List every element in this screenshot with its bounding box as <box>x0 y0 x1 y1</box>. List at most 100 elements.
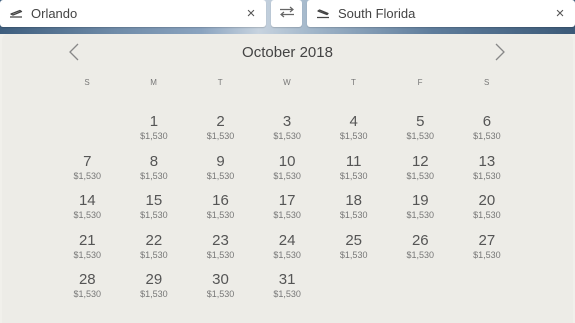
calendar-day[interactable]: 11 $1,530 <box>320 153 387 191</box>
day-price: $1,530 <box>339 249 368 260</box>
chevron-right-icon <box>495 43 505 66</box>
calendar-day[interactable]: 13 $1,530 <box>454 153 521 191</box>
day-number: 7 <box>83 152 92 170</box>
day-number: 23 <box>212 231 229 249</box>
calendar-day[interactable]: 28 $1,530 <box>54 271 121 309</box>
day-price: $1,530 <box>140 210 168 220</box>
day-number: 22 <box>145 231 163 249</box>
swap-button[interactable] <box>271 0 302 27</box>
day-price: $1,530 <box>406 249 435 260</box>
day-number: 24 <box>278 231 296 249</box>
calendar-day[interactable]: 26 $1,530 <box>387 232 454 270</box>
weekday-label: W <box>283 78 292 87</box>
day-number: 15 <box>145 192 163 209</box>
day-price: $1,530 <box>206 210 235 220</box>
clear-origin-button[interactable]: × <box>241 6 261 21</box>
calendar-day[interactable]: 29 $1,530 <box>121 271 188 309</box>
day-price: $1,530 <box>273 131 301 141</box>
calendar-day[interactable]: 19 $1,530 <box>387 192 454 230</box>
calendar-day[interactable]: 17 $1,530 <box>254 192 321 230</box>
day-price: $1,530 <box>73 210 102 220</box>
weekday-label: S <box>483 78 490 87</box>
clear-destination-button[interactable]: × <box>550 6 570 21</box>
day-price: $1,530 <box>473 170 501 181</box>
calendar-day[interactable]: 14 $1,530 <box>54 192 121 230</box>
day-price: $1,530 <box>206 131 235 141</box>
calendar-day[interactable]: 30 $1,530 <box>187 271 254 309</box>
day-number: 28 <box>78 271 96 288</box>
day-price: $1,530 <box>140 131 168 141</box>
calendar-day[interactable]: 23 $1,530 <box>187 232 254 270</box>
day-price: $1,530 <box>73 170 102 181</box>
calendar-day[interactable]: 27 $1,530 <box>454 232 521 270</box>
day-price: $1,530 <box>339 170 368 181</box>
calendar-day[interactable]: 8 $1,530 <box>121 153 188 191</box>
destination-city: South Florida <box>338 6 416 21</box>
day-price: $1,530 <box>73 289 102 299</box>
calendar-day[interactable]: 12 $1,530 <box>387 153 454 191</box>
day-price: $1,530 <box>473 210 501 220</box>
day-number: 26 <box>411 231 429 249</box>
calendar-day[interactable]: 6 $1,530 <box>454 113 521 151</box>
weekday-label: F <box>417 78 423 87</box>
day-number: 29 <box>145 271 163 288</box>
day-number: 11 <box>345 152 362 170</box>
day-number: 8 <box>149 152 159 170</box>
calendar-day[interactable]: 21 $1,530 <box>54 232 121 270</box>
day-price: $1,530 <box>273 249 301 260</box>
day-number: 6 <box>482 113 492 130</box>
month-title: October 2018 <box>242 44 333 61</box>
calendar-day[interactable]: 24 $1,530 <box>254 232 321 270</box>
calendar-day[interactable]: 9 $1,530 <box>187 153 254 191</box>
day-number: 17 <box>278 192 296 209</box>
day-price: $1,530 <box>339 131 368 141</box>
day-number: 2 <box>216 113 225 130</box>
day-price: $1,530 <box>206 289 235 299</box>
day-price: $1,530 <box>140 170 168 181</box>
day-number: 13 <box>478 152 496 170</box>
swap-arrows-icon <box>278 5 296 23</box>
calendar-day[interactable]: 20 $1,530 <box>454 192 521 230</box>
day-number: 31 <box>278 271 296 288</box>
calendar-header: October 2018 <box>2 34 573 72</box>
day-price: $1,530 <box>206 170 235 181</box>
weekday-label: T <box>350 78 357 87</box>
day-price: $1,530 <box>339 210 368 220</box>
calendar-day[interactable]: 2 $1,530 <box>187 113 254 151</box>
destination-field[interactable]: South Florida × <box>307 0 575 27</box>
calendar-day[interactable]: 22 $1,530 <box>121 232 188 270</box>
day-number: 4 <box>349 113 358 130</box>
next-month-button[interactable] <box>490 43 510 65</box>
day-number: 30 <box>212 271 229 288</box>
day-number: 18 <box>345 192 363 209</box>
day-number: 27 <box>478 231 496 249</box>
day-price: $1,530 <box>140 289 168 299</box>
origin-field[interactable]: Orlando × <box>0 0 266 27</box>
calendar-day[interactable]: 5 $1,530 <box>387 113 454 151</box>
plane-landing-icon <box>316 8 332 20</box>
calendar-day[interactable]: 15 $1,530 <box>121 192 188 230</box>
day-price: $1,530 <box>273 289 301 299</box>
weekday-label: M <box>150 78 158 87</box>
weekday-label: T <box>217 78 224 87</box>
calendar-day[interactable]: 7 $1,530 <box>54 153 121 191</box>
day-price: $1,530 <box>406 210 435 220</box>
calendar-day[interactable]: 10 $1,530 <box>254 153 321 191</box>
calendar-day[interactable]: 1 $1,530 <box>121 113 188 151</box>
day-number: 14 <box>78 192 96 209</box>
calendar-day[interactable]: 3 $1,530 <box>254 113 321 151</box>
day-number: 5 <box>416 113 425 130</box>
day-number: 16 <box>212 192 229 209</box>
day-price: $1,530 <box>140 249 168 260</box>
calendar-day[interactable]: 4 $1,530 <box>320 113 387 151</box>
calendar-day[interactable]: 31 $1,530 <box>254 271 321 309</box>
calendar-day[interactable]: 16 $1,530 <box>187 192 254 230</box>
day-number: 20 <box>478 192 496 209</box>
calendar-day[interactable]: 18 $1,530 <box>320 192 387 230</box>
day-number: 25 <box>345 231 363 249</box>
day-price: $1,530 <box>206 249 235 260</box>
plane-takeoff-icon <box>9 8 25 20</box>
day-price: $1,530 <box>73 249 102 260</box>
calendar-day[interactable]: 25 $1,530 <box>320 232 387 270</box>
day-price: $1,530 <box>406 170 435 181</box>
